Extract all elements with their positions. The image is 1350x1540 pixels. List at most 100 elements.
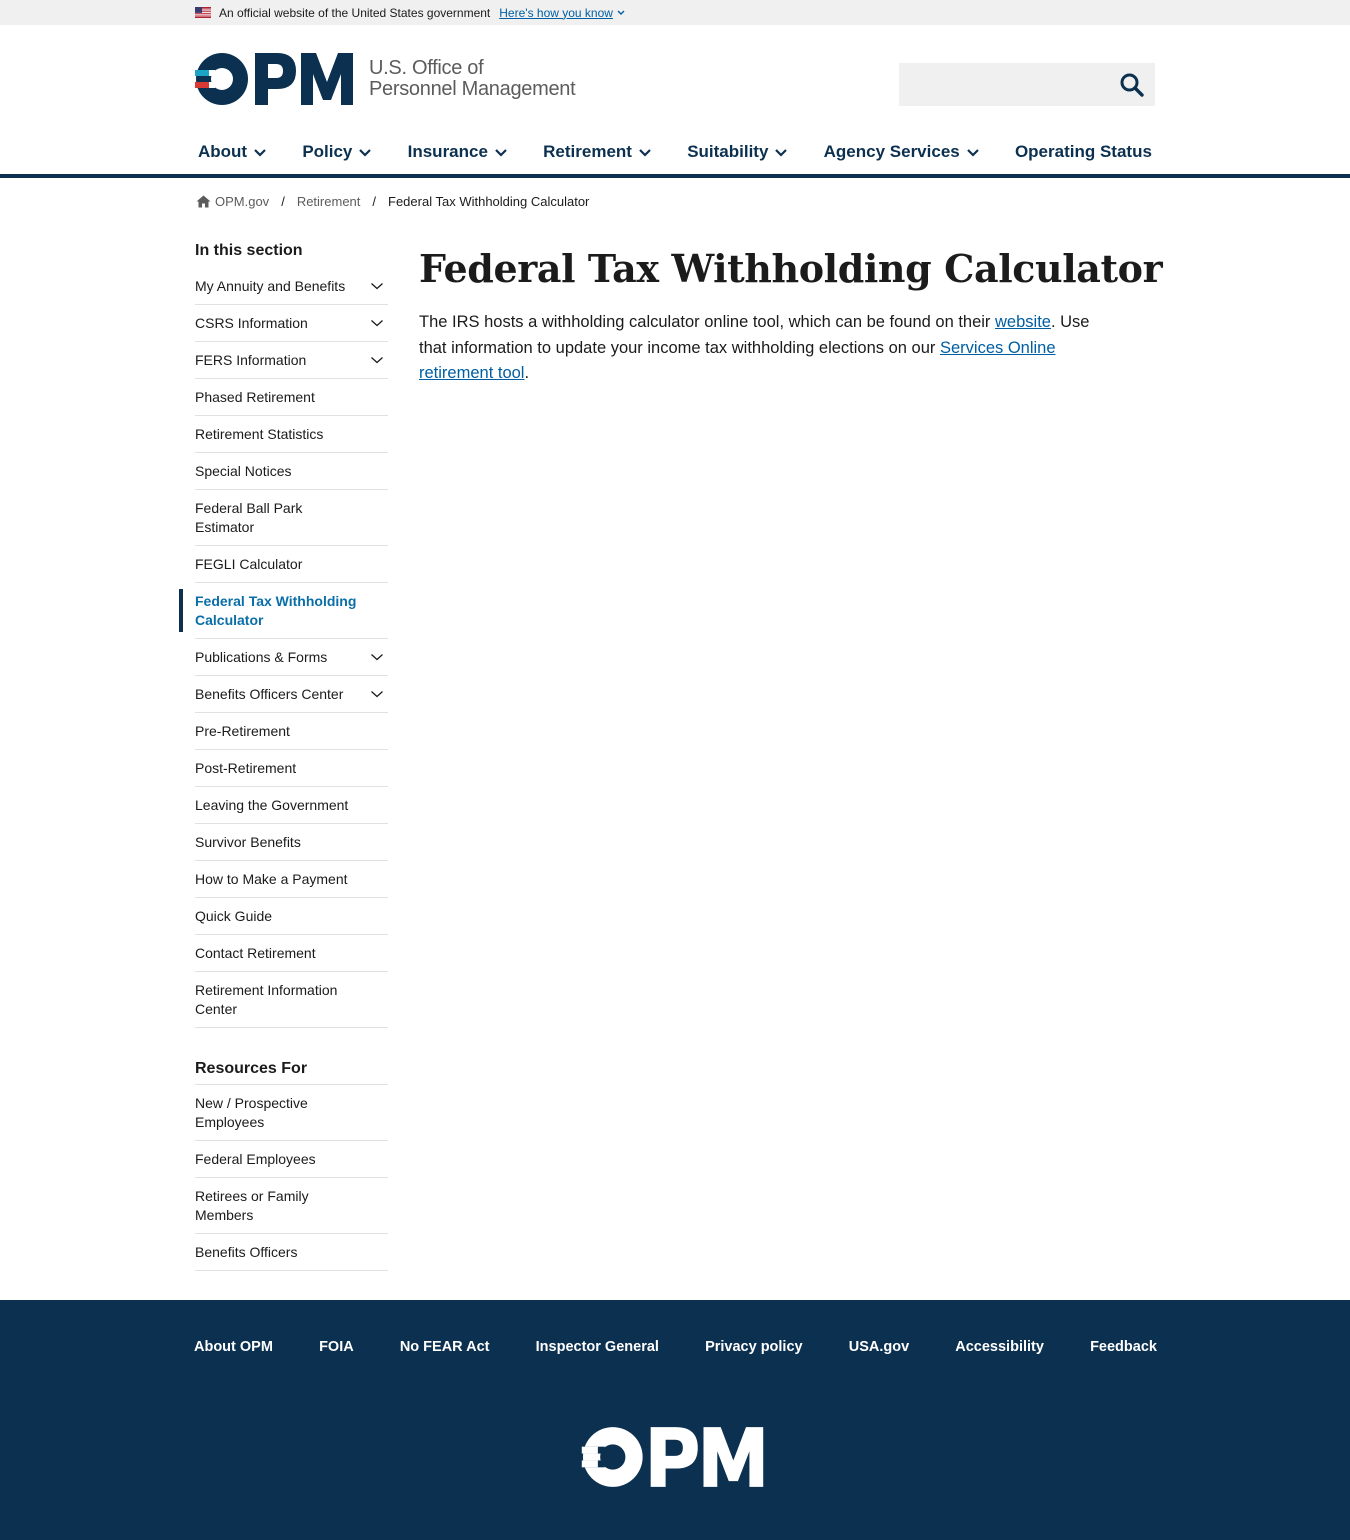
sidebar-item-label: Benefits Officers Center	[195, 685, 344, 702]
chevron-down-icon	[254, 148, 266, 157]
sidebar-item-how-to-make-a-payment[interactable]: How to Make a Payment	[195, 861, 388, 898]
nav-suitability[interactable]: Suitability	[684, 130, 791, 174]
sidebar-item-phased-retirement[interactable]: Phased Retirement	[195, 379, 388, 416]
footer-link-feedback[interactable]: Feedback	[1090, 1339, 1157, 1355]
sidebar-item-label: Retirees or Family Members	[195, 1187, 309, 1223]
sidebar-item-label: CSRS Information	[195, 314, 308, 331]
nav-about-label: About	[198, 142, 248, 161]
nav-retirement[interactable]: Retirement	[540, 130, 655, 178]
chevron-down-icon	[495, 148, 507, 157]
gov-banner-text: An official website of the United States…	[219, 5, 491, 20]
breadcrumb-current: Federal Tax Withholding Calculator	[388, 194, 590, 209]
sidebar-item-label: My Annuity and Benefits	[195, 277, 346, 294]
footer-link-foia[interactable]: FOIA	[319, 1339, 354, 1355]
footer-link-privacy-policy[interactable]: Privacy policy	[705, 1339, 803, 1355]
sidebar-item-label: Phased Retirement	[195, 388, 315, 405]
nav-suitability-label: Suitability	[687, 142, 769, 161]
body-text-part3: .	[524, 364, 530, 382]
footer-link-no-fear-act[interactable]: No FEAR Act	[400, 1339, 490, 1355]
chevron-down-icon[interactable]	[370, 688, 384, 700]
chevron-down-icon	[775, 148, 788, 157]
sidebar-list: My Annuity and Benefits CSRS Information F…	[179, 268, 388, 1028]
nav-operating-status-label: Operating Status	[1014, 142, 1152, 161]
breadcrumb-separator: /	[372, 194, 377, 209]
page-title: Federal Tax Withholding Calculator	[419, 246, 1163, 291]
sidebar-item-fegli-calculator[interactable]: FEGLI Calculator	[195, 546, 388, 583]
sidebar-item-federal-tax-withholding-calculator[interactable]: Federal Tax Withholding Calculator	[179, 583, 388, 639]
footer-link-accessibility[interactable]: Accessibility	[955, 1339, 1044, 1355]
sidebar-item-retirement-statistics[interactable]: Retirement Statistics	[195, 416, 388, 453]
gov-banner-content: An official website of the United States…	[195, 0, 625, 25]
chevron-down-icon	[359, 148, 372, 157]
search-button[interactable]	[1116, 70, 1148, 100]
nav-retirement-label: Retirement	[543, 142, 632, 161]
opm-logo-mark	[195, 53, 353, 105]
chevron-down-icon[interactable]	[370, 317, 384, 329]
sidebar-item-label: Retirement Information Center	[195, 981, 338, 1017]
opm-logo-mark	[581, 1427, 764, 1487]
home-icon	[196, 195, 211, 208]
sidebar-item-label: Contact Retirement	[195, 944, 316, 961]
nav-divider	[0, 174, 1350, 178]
chevron-down-icon	[639, 148, 651, 157]
sidebar-item-label: FERS Information	[195, 351, 307, 368]
logo-text: U.S. Office of Personnel Management	[369, 58, 576, 100]
sidebar-item-leaving-the-government[interactable]: Leaving the Government	[195, 787, 388, 824]
main-nav: About Policy Insurance Retirement Suitab…	[195, 130, 1155, 178]
sidebar-item-label: Post-Retirement	[195, 759, 297, 776]
nav-policy-label: Policy	[302, 142, 353, 161]
footer-link-inspector-general[interactable]: Inspector General	[536, 1339, 659, 1355]
sidebar-item-label: Special Notices	[195, 462, 292, 479]
sidebar-item-special-notices[interactable]: Special Notices	[195, 453, 388, 490]
footer-link-about-opm[interactable]: About OPM	[194, 1339, 273, 1355]
sidebar-item-label: Federal Ball Park Estimator	[195, 499, 303, 535]
footer-link-usa-gov[interactable]: USA.gov	[849, 1339, 909, 1355]
sidebar-item-new-prospective-employees[interactable]: New / Prospective Employees	[195, 1085, 388, 1141]
nav-agency-services[interactable]: Agency Services	[821, 130, 983, 174]
site-footer	[0, 1300, 1350, 1540]
how-you-know-link[interactable]: Here's how you know	[499, 6, 625, 20]
sidebar-item-my-annuity-and-benefits[interactable]: My Annuity and Benefits	[195, 268, 388, 305]
opm-logo[interactable]: U.S. Office of Personnel Management	[195, 52, 576, 106]
nav-agency-services-label: Agency Services	[823, 142, 960, 161]
us-flag-icon	[195, 7, 211, 18]
footer-opm-logo[interactable]	[581, 1426, 764, 1493]
sidebar-item-pre-retirement[interactable]: Pre-Retirement	[195, 713, 388, 750]
sidebar-item-retirement-information-center[interactable]: Retirement Information Center	[195, 972, 388, 1028]
sidebar-item-label: Survivor Benefits	[195, 833, 301, 850]
nav-about[interactable]: About	[195, 130, 270, 174]
sidebar-item-benefits-officers[interactable]: Benefits Officers	[195, 1234, 388, 1271]
breadcrumb-separator: /	[281, 194, 285, 209]
sidebar-title: In this section	[195, 242, 303, 259]
chevron-down-icon[interactable]	[370, 651, 384, 663]
search-icon	[1120, 73, 1144, 97]
sidebar-item-csrs-information[interactable]: CSRS Information	[195, 305, 388, 342]
sidebar-item-label: How to Make a Payment	[195, 870, 348, 887]
sidebar-item-post-retirement[interactable]: Post-Retirement	[195, 750, 388, 787]
sidebar-item-label: New / Prospective Employees	[195, 1094, 308, 1130]
sidebar-item-retirees-or-family-members[interactable]: Retirees or Family Members	[195, 1178, 388, 1234]
sidebar-item-publications-forms[interactable]: Publications & Forms	[195, 639, 388, 676]
breadcrumb: OPM.gov / Retirement / Federal Tax Withh…	[196, 194, 589, 209]
irs-website-link[interactable]: website	[995, 313, 1051, 331]
breadcrumb-retirement-link[interactable]: Retirement	[297, 194, 361, 209]
sidebar-item-contact-retirement[interactable]: Contact Retirement	[195, 935, 388, 972]
sidebar-item-label: Federal Tax Withholding Calculator	[195, 592, 357, 628]
sidebar-item-quick-guide[interactable]: Quick Guide	[195, 898, 388, 935]
sidebar-item-survivor-benefits[interactable]: Survivor Benefits	[195, 824, 388, 861]
breadcrumb-home-link[interactable]: OPM.gov	[215, 194, 269, 209]
footer-links: About OPM FOIA No FEAR Act Inspector Gen…	[194, 1339, 1157, 1355]
nav-policy[interactable]: Policy	[299, 130, 375, 174]
chevron-down-icon[interactable]	[370, 354, 384, 366]
sidebar-item-fers-information[interactable]: FERS Information	[195, 342, 388, 379]
sidebar-item-label: Publications & Forms	[195, 648, 328, 665]
chevron-down-icon[interactable]	[370, 280, 384, 292]
section-sidebar: In this section My Annuity and Benefits C…	[179, 242, 388, 1271]
nav-insurance[interactable]: Insurance	[405, 130, 511, 174]
sidebar-item-federal-ball-park-estimator[interactable]: Federal Ball Park Estimator	[195, 490, 388, 546]
sidebar-item-federal-employees[interactable]: Federal Employees	[195, 1141, 388, 1178]
sidebar-item-benefits-officers-center[interactable]: Benefits Officers Center	[195, 676, 388, 713]
nav-operating-status[interactable]: Operating Status	[1012, 130, 1155, 174]
chevron-down-icon	[617, 10, 625, 15]
body-paragraph: The IRS hosts a withholding calculator o…	[419, 310, 1119, 387]
